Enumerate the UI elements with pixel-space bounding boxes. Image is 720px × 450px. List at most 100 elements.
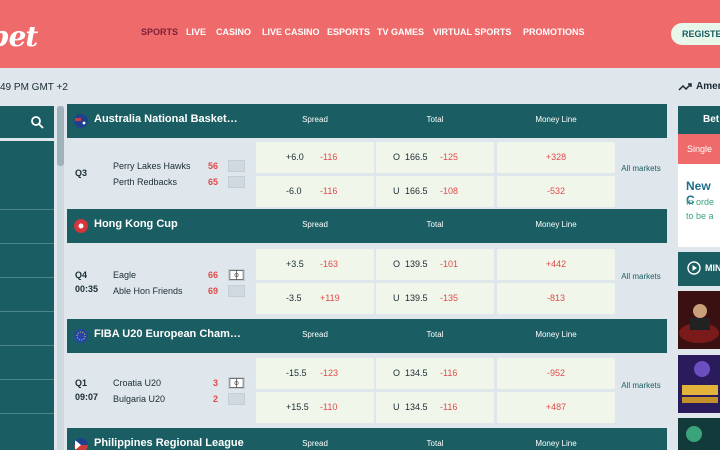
home-team[interactable]: Croatia U20 <box>113 378 161 388</box>
money-line-price: +328 <box>545 152 567 162</box>
brand-logo[interactable]: bet <box>0 20 38 53</box>
spread-odd-button[interactable]: -15.5 -123 <box>256 358 374 389</box>
total-price: -135 <box>440 293 459 303</box>
register-button[interactable]: REGISTER <box>671 23 720 45</box>
spread-odd-button[interactable]: +15.5 -110 <box>256 392 374 423</box>
spread-odd-button[interactable]: -6.0 -116 <box>256 176 374 207</box>
sidebar-divider <box>0 345 54 346</box>
home-score: 56 <box>207 161 218 171</box>
total-side: U <box>393 293 400 303</box>
league-name[interactable]: Philippines Regional League <box>94 437 244 449</box>
nav-esports[interactable]: ESPORTS <box>327 27 370 37</box>
spread-column-header: Spread <box>302 115 328 124</box>
court-icon[interactable] <box>228 377 245 389</box>
league-name[interactable]: Hong Kong Cup <box>94 218 244 230</box>
total-line: 134.5 <box>405 368 428 378</box>
nav-casino[interactable]: CASINO <box>216 27 251 37</box>
odds-format-selector[interactable]: Amer <box>696 81 720 92</box>
away-team[interactable]: Perth Redbacks <box>113 177 177 187</box>
total-column-header: Total <box>426 439 444 448</box>
court-icon[interactable] <box>228 269 245 281</box>
total-odd-button[interactable]: O 134.5 -116 <box>376 358 494 389</box>
nav-tv-games[interactable]: TV GAMES <box>377 27 424 37</box>
league-header[interactable]: FIBA U20 European Championship Spread To… <box>67 319 667 353</box>
money-line-column-header: Money Line <box>535 115 577 124</box>
match-row: Q4 00:35 Eagle Able Hon Friends 66 69 +3… <box>67 243 667 315</box>
league-block: Australia National Basketball League Spr… <box>67 104 667 210</box>
spread-odd-button[interactable]: +6.0 -116 <box>256 142 374 173</box>
philippines-flag-icon <box>74 438 88 450</box>
away-team[interactable]: Able Hon Friends <box>113 286 183 296</box>
home-score: 3 <box>212 378 218 388</box>
league-name[interactable]: Australia National Basketball League <box>94 113 244 125</box>
total-column-header: Total <box>426 115 444 124</box>
away-team[interactable]: Bulgaria U20 <box>113 394 165 404</box>
match-period: Q1 <box>75 378 88 388</box>
money-line-odd-button[interactable]: +487 <box>497 392 615 423</box>
total-column-header: Total <box>426 220 444 229</box>
sidebar-divider <box>0 209 54 210</box>
game-thumbnail[interactable] <box>678 291 720 349</box>
spread-line: +6.0 <box>286 152 304 162</box>
match-clock: 00:35 <box>75 284 99 294</box>
stats-placeholder <box>228 393 245 405</box>
betslip-header[interactable]: Bet <box>678 106 720 134</box>
nav-virtual-sports[interactable]: VIRTUAL SPORTS <box>433 27 511 37</box>
home-team[interactable]: Perry Lakes Hawks <box>113 161 191 171</box>
league-header[interactable]: Australia National Basketball League Spr… <box>67 104 667 138</box>
money-line-odd-button[interactable]: -813 <box>497 283 615 314</box>
money-line-odd-button[interactable]: +442 <box>497 249 615 280</box>
spread-odd-button[interactable]: +3.5 -163 <box>256 249 374 280</box>
total-line: 139.5 <box>405 259 428 269</box>
money-line-column-header: Money Line <box>535 220 577 229</box>
home-team[interactable]: Eagle <box>113 270 136 280</box>
total-line: 134.5 <box>405 402 428 412</box>
total-odd-button[interactable]: U 134.5 -116 <box>376 392 494 423</box>
all-markets-link[interactable]: All markets <box>615 381 667 391</box>
spread-column-header: Spread <box>302 330 328 339</box>
total-side: O <box>393 259 401 269</box>
away-score: 69 <box>207 286 218 296</box>
total-price: -101 <box>440 259 459 269</box>
all-markets-link[interactable]: All markets <box>615 164 667 174</box>
mini-games-header[interactable]: MIN <box>678 252 720 286</box>
money-line-odd-button[interactable]: -532 <box>497 176 615 207</box>
money-line-price: -952 <box>546 368 565 378</box>
total-line: 139.5 <box>405 293 428 303</box>
money-line-odd-button[interactable]: +328 <box>497 142 615 173</box>
sidebar-divider <box>0 311 54 312</box>
spread-column-header: Spread <box>302 439 328 448</box>
total-odd-button[interactable]: U 166.5 -108 <box>376 176 494 207</box>
clock-display: 49 PM GMT +2 <box>0 82 68 93</box>
money-line-odd-button[interactable]: -952 <box>497 358 615 389</box>
search-icon[interactable] <box>30 115 44 129</box>
total-side: O <box>393 368 401 378</box>
total-line: 166.5 <box>405 152 428 162</box>
game-thumbnail[interactable] <box>678 355 720 413</box>
scrollbar-thumb[interactable] <box>57 106 64 166</box>
stats-placeholder <box>228 160 245 172</box>
odds-format-icon[interactable] <box>678 82 692 92</box>
betslip-text: In orde <box>686 197 715 207</box>
main-scrollbar[interactable] <box>57 106 64 450</box>
sidebar-divider <box>0 379 54 380</box>
league-header[interactable]: Philippines Regional League Spread Total… <box>67 428 667 450</box>
total-odd-button[interactable]: U 139.5 -135 <box>376 283 494 314</box>
total-odd-button[interactable]: O 139.5 -101 <box>376 249 494 280</box>
sidebar-sports-list[interactable] <box>0 141 54 450</box>
total-odd-button[interactable]: O 166.5 -125 <box>376 142 494 173</box>
league-name[interactable]: FIBA U20 European Championship <box>94 328 244 340</box>
nav-sports[interactable]: SPORTS <box>141 27 178 37</box>
tab-single[interactable]: Single <box>678 134 720 164</box>
all-markets-link[interactable]: All markets <box>615 272 667 282</box>
league-header[interactable]: Hong Kong Cup Spread Total Money Line <box>67 209 667 243</box>
match-period: Q4 <box>75 270 88 280</box>
nav-promotions[interactable]: PROMOTIONS <box>523 27 585 37</box>
top-header: bet SPORTS LIVE CASINO LIVE CASINO ESPOR… <box>0 0 720 68</box>
nav-live-casino[interactable]: LIVE CASINO <box>262 27 320 37</box>
nav-live[interactable]: LIVE <box>186 27 206 37</box>
betslip-text: to be a <box>686 211 714 221</box>
game-thumbnail[interactable] <box>678 418 720 450</box>
spread-odd-button[interactable]: -3.5 +119 <box>256 283 374 314</box>
sidebar-search-bar[interactable] <box>0 106 54 138</box>
